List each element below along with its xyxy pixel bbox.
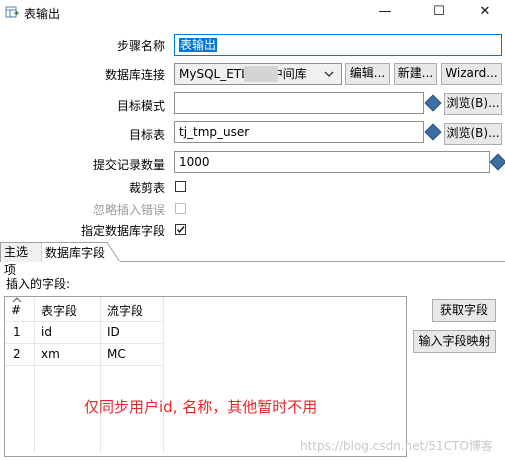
checkmark-icon <box>176 226 185 234</box>
inserted-fields-label: 插入的字段: <box>6 277 71 291</box>
window-title: 表输出 <box>24 7 61 21</box>
ignore-errors-checkbox <box>175 203 186 214</box>
stream-field-cell[interactable]: ID <box>100 321 164 344</box>
tab-main-options[interactable]: 主选项 <box>0 242 42 277</box>
table-field-cell[interactable]: id <box>34 321 101 344</box>
edit-connection-button[interactable]: 编辑... <box>345 63 390 85</box>
truncate-table-checkbox[interactable] <box>175 181 186 192</box>
column-header-stream-field[interactable]: 流字段 <box>100 297 164 322</box>
specify-fields-label: 指定数据库字段 <box>80 224 165 238</box>
active-tab-gap <box>42 261 120 262</box>
chevron-down-icon <box>324 71 334 77</box>
variable-icon[interactable] <box>489 153 505 171</box>
wizard-button[interactable]: Wizard... <box>441 63 502 85</box>
column-header-num[interactable]: # <box>5 297 35 322</box>
db-connection-value: MySQL_ETL 中间库 <box>179 67 307 81</box>
maximize-button[interactable]: ☐ <box>416 0 462 22</box>
row-num: 2 <box>5 343 35 366</box>
variable-icon[interactable] <box>424 123 442 141</box>
watermark-text: https://blog.csdn.net/51CTO博客 <box>300 439 493 453</box>
minimize-button[interactable]: — <box>362 0 408 22</box>
table-row[interactable]: 2 xm MC <box>5 343 164 366</box>
target-table-label: 目标表 <box>128 128 165 142</box>
minimize-icon: — <box>378 3 392 19</box>
table-field-cell[interactable]: xm <box>34 343 101 366</box>
row-num: 1 <box>5 321 35 344</box>
close-icon: ✕ <box>479 3 491 19</box>
table-output-icon <box>5 6 19 18</box>
annotation-text: 仅同步用户id, 名称，其他暂时不用 <box>84 398 318 416</box>
maximize-icon: ☐ <box>433 3 445 19</box>
step-name-input[interactable]: 表输出 <box>174 34 502 56</box>
input-field-mapping-button[interactable]: 输入字段映射 <box>413 330 496 353</box>
commit-size-value: 1000 <box>179 155 210 169</box>
truncate-table-label: 裁剪表 <box>128 181 165 195</box>
step-name-label: 步骤名称 <box>116 39 165 53</box>
get-fields-button[interactable]: 获取字段 <box>432 299 496 322</box>
target-schema-label: 目标模式 <box>116 99 165 113</box>
specify-fields-checkbox[interactable] <box>175 224 186 235</box>
table-header-row: # 表字段 流字段 <box>5 297 164 322</box>
commit-size-label: 提交记录数量 <box>92 158 165 172</box>
close-button[interactable]: ✕ <box>462 0 505 22</box>
step-name-value: 表输出 <box>179 38 218 52</box>
column-header-table-field[interactable]: 表字段 <box>34 297 101 322</box>
title-bar: 表输出 — ☐ ✕ <box>0 0 505 26</box>
redacted-block <box>244 66 278 82</box>
commit-size-input[interactable]: 1000 <box>174 151 490 173</box>
db-connection-label: 数据库连接 <box>104 68 165 82</box>
ignore-errors-label: 忽略插入错误 <box>92 203 165 217</box>
stream-field-cell[interactable]: MC <box>100 343 164 366</box>
target-schema-input[interactable] <box>174 92 424 114</box>
browse-schema-button[interactable]: 浏览(B)... <box>444 93 502 115</box>
target-table-value: tj_tmp_user <box>179 125 250 139</box>
variable-icon[interactable] <box>424 94 442 112</box>
tab-db-fields-label: 数据库字段 <box>45 246 106 260</box>
target-table-input[interactable]: tj_tmp_user <box>174 121 424 143</box>
fields-table[interactable]: # 表字段 流字段 1 id ID 2 xm MC <box>4 296 407 457</box>
table-row[interactable]: 1 id ID <box>5 321 164 344</box>
new-connection-button[interactable]: 新建... <box>394 63 437 85</box>
browse-table-button[interactable]: 浏览(B)... <box>444 123 502 145</box>
